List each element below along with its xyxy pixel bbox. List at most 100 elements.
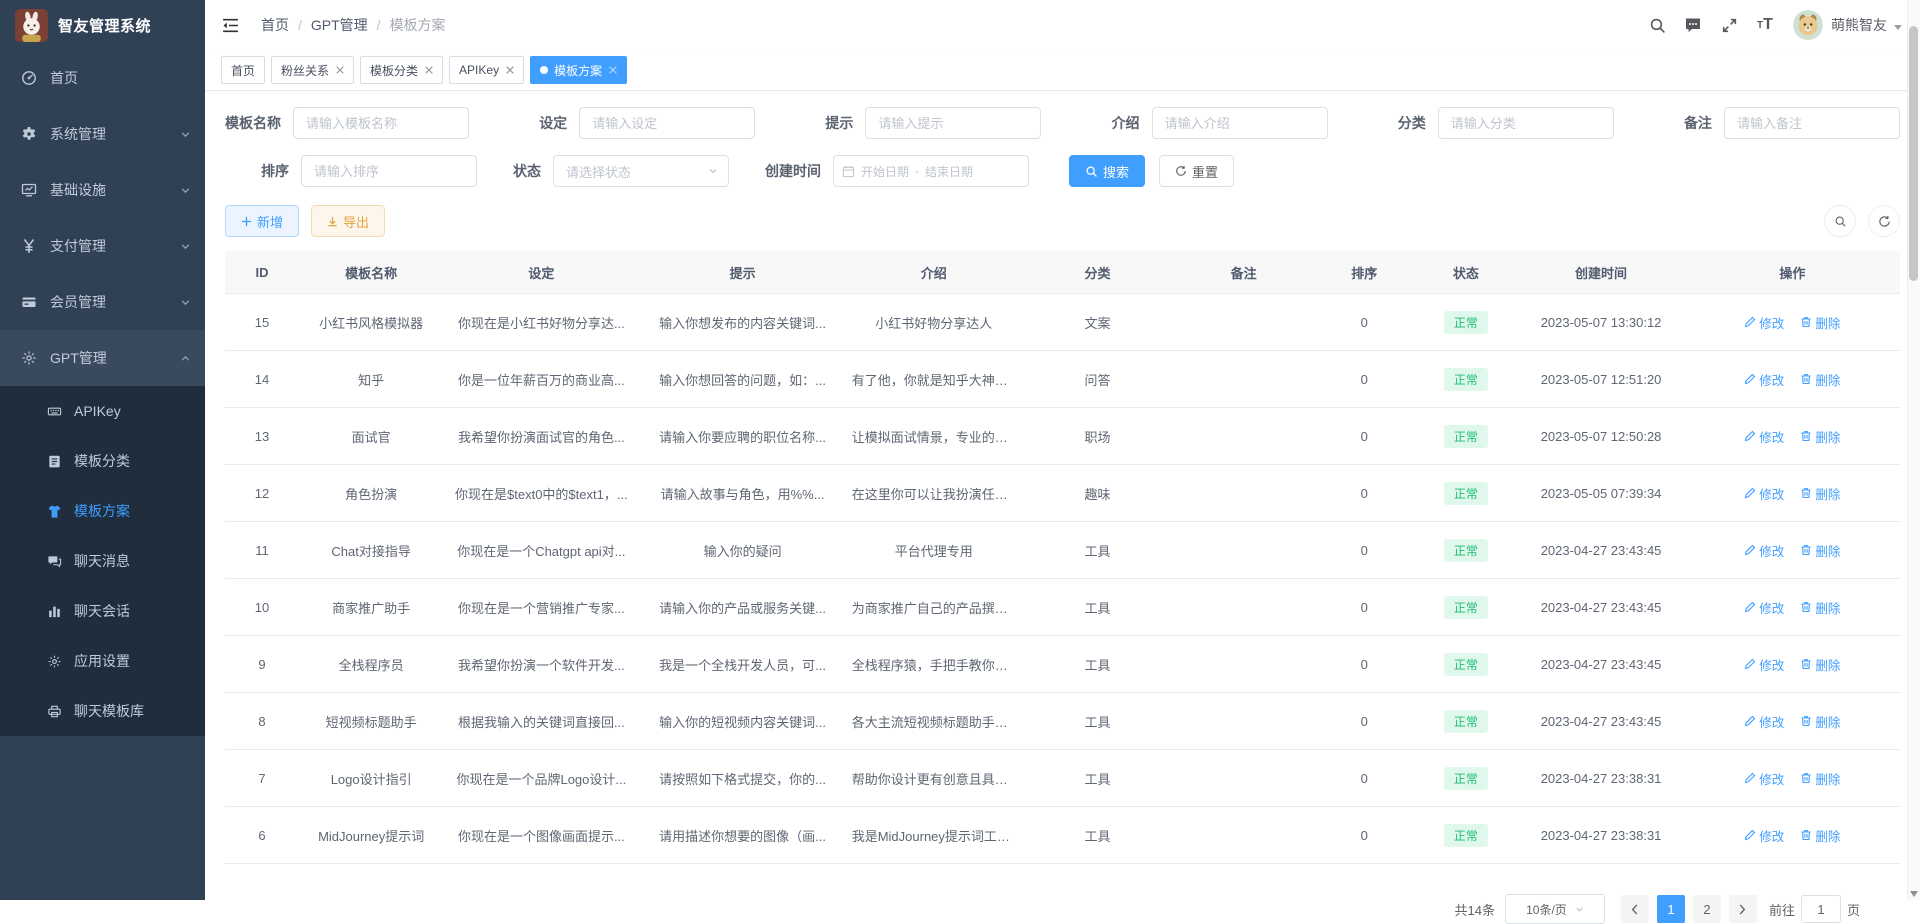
template-plan-shirt-icon bbox=[46, 503, 62, 519]
cell-remark bbox=[1173, 750, 1314, 807]
breadcrumb-gpt[interactable]: GPT管理 bbox=[311, 15, 368, 35]
reset-button[interactable]: 重置 bbox=[1159, 155, 1234, 187]
delete-icon bbox=[1800, 772, 1815, 784]
sidebar-item-首页[interactable]: 首页 bbox=[0, 50, 205, 106]
close-icon[interactable] bbox=[609, 66, 617, 74]
edit-link[interactable]: 修改 bbox=[1744, 313, 1784, 332]
cell-intro: 在这里你可以让我扮演任何... bbox=[846, 465, 1022, 522]
delete-link[interactable]: 删除 bbox=[1800, 541, 1840, 560]
cell-operations: 修改删除 bbox=[1685, 750, 1900, 807]
edit-link[interactable]: 修改 bbox=[1744, 598, 1784, 617]
edit-link[interactable]: 修改 bbox=[1744, 484, 1784, 503]
edit-link[interactable]: 修改 bbox=[1744, 712, 1784, 731]
table-row: 15小红书风格模拟器你现在是小红书好物分享达...输入你想发布的内容关键词...… bbox=[225, 294, 1900, 351]
scrollbar-thumb[interactable] bbox=[1909, 26, 1918, 281]
delete-link[interactable]: 删除 bbox=[1800, 712, 1840, 731]
message-icon[interactable] bbox=[1675, 7, 1711, 43]
delete-link[interactable]: 删除 bbox=[1800, 484, 1840, 503]
tab-粉丝关系[interactable]: 粉丝关系 bbox=[271, 56, 354, 84]
cell-intro: 平台代理专用 bbox=[846, 522, 1022, 579]
tab-模板分类[interactable]: 模板分类 bbox=[360, 56, 443, 84]
sidebar-subitem-聊天模板库[interactable]: 聊天模板库 bbox=[0, 686, 205, 736]
search-icon[interactable] bbox=[1639, 7, 1675, 43]
sidebar-subitem-聊天会话[interactable]: 聊天会话 bbox=[0, 586, 205, 636]
fullscreen-icon[interactable] bbox=[1711, 7, 1747, 43]
add-button[interactable]: 新增 bbox=[225, 205, 299, 237]
edit-link[interactable]: 修改 bbox=[1744, 427, 1784, 446]
sidebar-item-基础设施[interactable]: 基础设施 bbox=[0, 162, 205, 218]
delete-link[interactable]: 删除 bbox=[1800, 427, 1840, 446]
cell-remark bbox=[1173, 693, 1314, 750]
active-tab-dot bbox=[540, 66, 548, 74]
page-size-select[interactable]: 10条/页 bbox=[1505, 894, 1605, 924]
sort-input[interactable] bbox=[301, 155, 477, 187]
sidebar-collapse-icon[interactable] bbox=[221, 14, 243, 36]
tab-首页[interactable]: 首页 bbox=[221, 56, 265, 84]
delete-link[interactable]: 删除 bbox=[1800, 769, 1840, 788]
breadcrumb-home[interactable]: 首页 bbox=[261, 15, 289, 35]
username[interactable]: 萌熊智友 bbox=[1831, 15, 1887, 35]
page-button-2[interactable]: 2 bbox=[1693, 895, 1721, 923]
goto-page-input[interactable] bbox=[1801, 895, 1841, 923]
user-menu-caret-icon[interactable] bbox=[1894, 25, 1902, 30]
app-settings-gear-icon bbox=[46, 653, 62, 669]
delete-link[interactable]: 删除 bbox=[1800, 370, 1840, 389]
close-icon[interactable] bbox=[506, 66, 514, 74]
edit-link[interactable]: 修改 bbox=[1744, 370, 1784, 389]
delete-link[interactable]: 删除 bbox=[1800, 655, 1840, 674]
date-range-picker[interactable]: 开始日期 - 结束日期 bbox=[833, 155, 1029, 187]
edit-link[interactable]: 修改 bbox=[1744, 826, 1784, 845]
sidebar-item-会员管理[interactable]: 会员管理 bbox=[0, 274, 205, 330]
sidebar-item-支付管理[interactable]: 支付管理 bbox=[0, 218, 205, 274]
refresh-icon[interactable] bbox=[1868, 205, 1900, 237]
sidebar-subitem-APIKey[interactable]: APIKey bbox=[0, 386, 205, 436]
sidebar-subitem-label: 聊天消息 bbox=[74, 551, 130, 571]
search-button[interactable]: 搜索 bbox=[1069, 155, 1145, 187]
edit-link[interactable]: 修改 bbox=[1744, 655, 1784, 674]
form-input-提示[interactable] bbox=[865, 107, 1041, 139]
status-select[interactable]: 请选择状态 bbox=[553, 155, 729, 187]
delete-link[interactable]: 删除 bbox=[1800, 826, 1840, 845]
cell-operations: 修改删除 bbox=[1685, 465, 1900, 522]
next-page-button[interactable] bbox=[1729, 895, 1757, 923]
edit-link[interactable]: 修改 bbox=[1744, 541, 1784, 560]
sidebar-subitem-聊天消息[interactable]: 聊天消息 bbox=[0, 536, 205, 586]
chevron-down-icon bbox=[708, 166, 718, 176]
sidebar-item-系统管理[interactable]: 系统管理 bbox=[0, 106, 205, 162]
toggle-search-icon[interactable] bbox=[1824, 205, 1856, 237]
form-input-设定[interactable] bbox=[579, 107, 755, 139]
tab-label: 模板分类 bbox=[370, 62, 418, 79]
edit-link[interactable]: 修改 bbox=[1744, 769, 1784, 788]
sidebar-subitem-模板方案[interactable]: 模板方案 bbox=[0, 486, 205, 536]
cell-prompt: 请输入故事与角色，用%%... bbox=[639, 465, 845, 522]
cell-name: 角色扮演 bbox=[299, 465, 443, 522]
form-input-模板名称[interactable] bbox=[293, 107, 469, 139]
scrollbar-down-arrow-icon[interactable] bbox=[1910, 891, 1918, 897]
delete-link[interactable]: 删除 bbox=[1800, 598, 1840, 617]
export-button[interactable]: 导出 bbox=[311, 205, 385, 237]
cell-name: Logo设计指引 bbox=[299, 750, 443, 807]
cell-created: 2023-04-27 23:43:45 bbox=[1517, 522, 1684, 579]
font-size-icon[interactable]: TT bbox=[1747, 7, 1783, 43]
delete-link[interactable]: 删除 bbox=[1800, 313, 1840, 332]
sidebar-item-label: 系统管理 bbox=[50, 124, 106, 144]
tab-模板方案[interactable]: 模板方案 bbox=[530, 56, 627, 84]
status-badge: 正常 bbox=[1444, 368, 1488, 391]
form-input-备注[interactable] bbox=[1724, 107, 1900, 139]
sidebar-item-GPT管理[interactable]: GPT管理 bbox=[0, 330, 205, 386]
form-input-介绍[interactable] bbox=[1152, 107, 1328, 139]
sidebar-subitem-模板分类[interactable]: 模板分类 bbox=[0, 436, 205, 486]
data-table: ID模板名称设定提示介绍分类备注排序状态创建时间操作 15小红书风格模拟器你现在… bbox=[225, 251, 1900, 864]
close-icon[interactable] bbox=[425, 66, 433, 74]
sidebar-menu: 首页系统管理基础设施支付管理会员管理GPT管理APIKey模板分类模板方案聊天消… bbox=[0, 50, 205, 736]
tab-APIKey[interactable]: APIKey bbox=[449, 56, 524, 84]
cell-status: 正常 bbox=[1414, 522, 1517, 579]
sidebar-subitem-应用设置[interactable]: 应用设置 bbox=[0, 636, 205, 686]
close-icon[interactable] bbox=[336, 66, 344, 74]
form-input-分类[interactable] bbox=[1438, 107, 1614, 139]
cell-name: 知乎 bbox=[299, 351, 443, 408]
page-button-1[interactable]: 1 bbox=[1657, 895, 1685, 923]
home-icon bbox=[20, 69, 38, 87]
user-avatar[interactable] bbox=[1793, 10, 1823, 40]
prev-page-button[interactable] bbox=[1621, 895, 1649, 923]
